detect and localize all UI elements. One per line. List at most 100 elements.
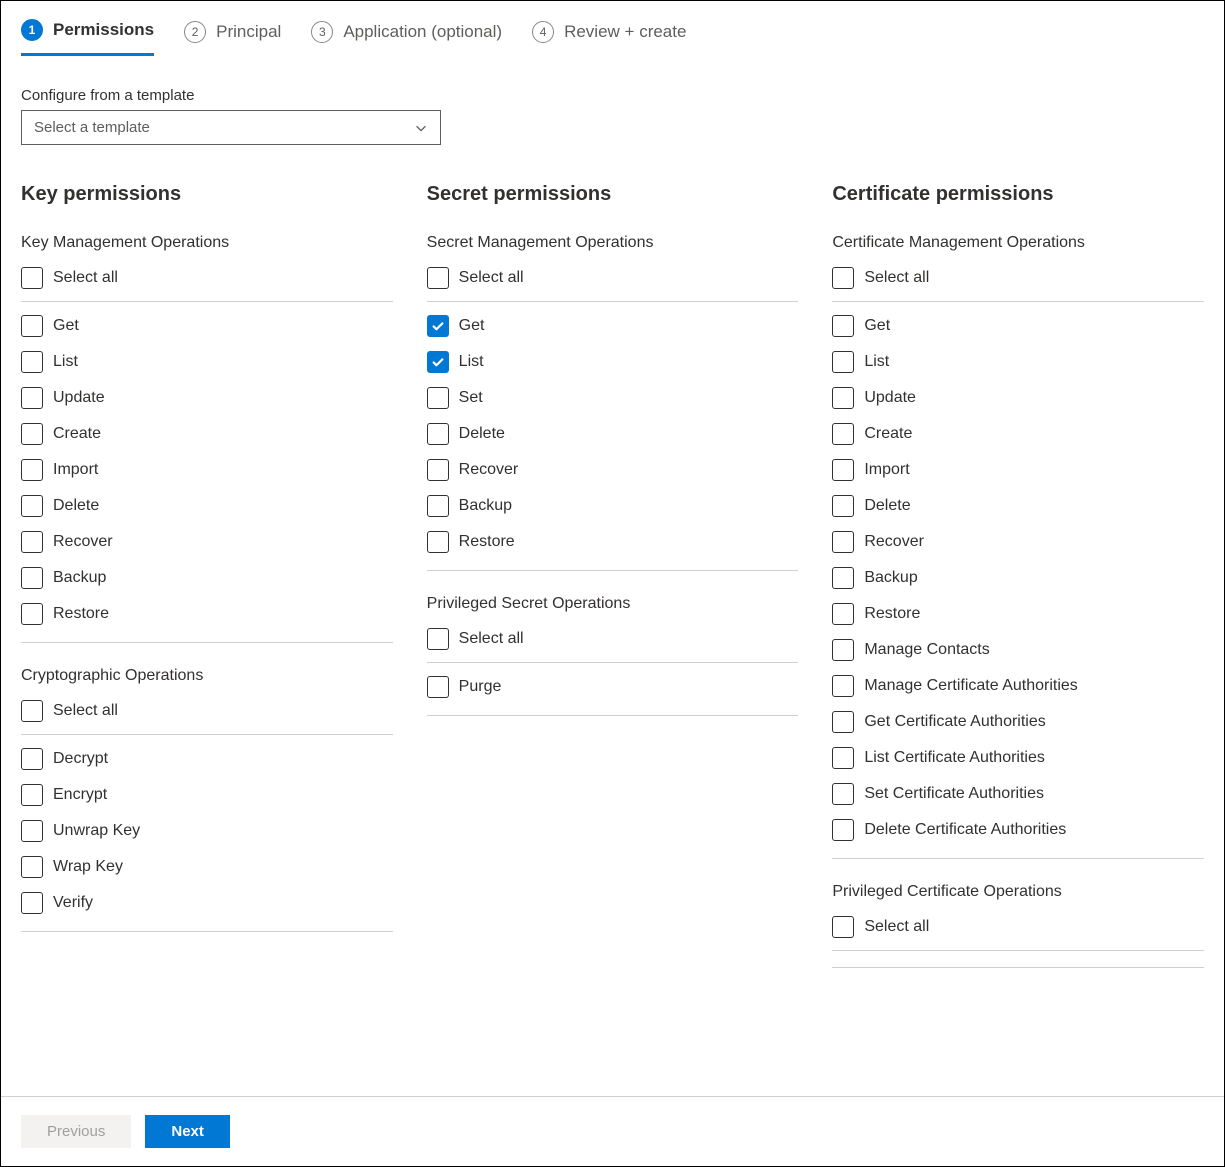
permission-checkbox[interactable]: Recover [21,524,393,560]
permission-checkbox[interactable]: Manage Contacts [832,632,1204,668]
permission-checkbox[interactable]: Restore [427,524,799,560]
checkbox-label: Get Certificate Authorities [864,713,1045,731]
checkbox-icon [21,267,43,289]
checkbox-label: Select all [459,630,524,648]
permission-checkbox[interactable]: Purge [427,669,799,705]
checkbox-icon [21,784,43,806]
checkbox-label: List [864,353,889,371]
permission-checkbox[interactable]: List Certificate Authorities [832,740,1204,776]
checkbox-label: Backup [53,569,106,587]
checkbox-label: Update [53,389,105,407]
permission-checkbox[interactable]: Recover [832,524,1204,560]
tab-permissions[interactable]: 1 Permissions [21,19,154,56]
tab-principal[interactable]: 2Principal [184,19,281,56]
checkbox-label: Restore [459,533,515,551]
permission-checkbox[interactable]: List [21,344,393,380]
permission-checkbox[interactable]: Decrypt [21,741,393,777]
checkbox-label: Create [864,425,912,443]
group-divider [427,560,799,571]
select-all-checkbox[interactable]: Select all [427,260,799,302]
permission-checkbox[interactable]: Import [832,452,1204,488]
tab-number: 1 [21,19,43,41]
checkbox-label: Import [53,461,98,479]
permission-checkbox[interactable]: Wrap Key [21,849,393,885]
next-button[interactable]: Next [145,1115,230,1148]
checkbox-label: List Certificate Authorities [864,749,1045,767]
checkbox-label: Manage Certificate Authorities [864,677,1077,695]
permission-checkbox[interactable]: Set [427,380,799,416]
checkbox-label: Restore [864,605,920,623]
tab-label: Permissions [53,20,154,40]
checkbox-label: Set [459,389,483,407]
select-all-checkbox[interactable]: Select all [832,260,1204,302]
permission-checkbox[interactable]: Encrypt [21,777,393,813]
checkbox-label: Encrypt [53,786,107,804]
checkbox-icon [832,747,854,769]
checkbox-icon [21,856,43,878]
permission-checkbox[interactable]: Restore [832,596,1204,632]
checkbox-label: Get [53,317,79,335]
tab-number: 4 [532,21,554,43]
checkbox-icon [21,531,43,553]
permission-checkbox[interactable]: Backup [427,488,799,524]
select-all-checkbox[interactable]: Select all [21,260,393,302]
group-divider [832,848,1204,859]
checkbox-label: Create [53,425,101,443]
tab-review-create[interactable]: 4Review + create [532,19,686,56]
permission-checkbox[interactable]: Update [21,380,393,416]
checkbox-icon [427,676,449,698]
permission-checkbox[interactable]: Get Certificate Authorities [832,704,1204,740]
checkbox-icon [427,459,449,481]
checkbox-icon [832,567,854,589]
group-title: Secret Management Operations [427,234,799,252]
checkbox-label: Decrypt [53,750,108,768]
permission-checkbox[interactable]: Update [832,380,1204,416]
permission-checkbox[interactable]: Restore [21,596,393,632]
permission-checkbox[interactable]: Get [21,308,393,344]
checkbox-label: Delete [53,497,99,515]
checkbox-icon [21,603,43,625]
permission-checkbox[interactable]: Delete Certificate Authorities [832,812,1204,848]
permission-checkbox[interactable]: Delete [427,416,799,452]
checkbox-icon [21,567,43,589]
checkbox-icon [21,892,43,914]
checkbox-icon [832,531,854,553]
checkbox-label: Select all [864,918,929,936]
permission-checkbox[interactable]: Recover [427,452,799,488]
permission-checkbox[interactable]: Unwrap Key [21,813,393,849]
checkbox-icon [427,531,449,553]
checkbox-label: Select all [459,269,524,287]
permission-checkbox[interactable]: Backup [21,560,393,596]
permission-checkbox[interactable]: Get [832,308,1204,344]
previous-button[interactable]: Previous [21,1115,131,1148]
checkbox-icon [21,351,43,373]
permission-checkbox[interactable]: Backup [832,560,1204,596]
select-all-checkbox[interactable]: Select all [832,909,1204,951]
permission-checkbox[interactable]: Manage Certificate Authorities [832,668,1204,704]
permission-checkbox[interactable]: Delete [832,488,1204,524]
permission-checkbox[interactable]: Import [21,452,393,488]
tab-application-optional-[interactable]: 3Application (optional) [311,19,502,56]
column-keys: Key permissionsKey Management Operations… [21,183,393,992]
permission-checkbox[interactable]: Create [21,416,393,452]
permission-checkbox[interactable]: List [427,344,799,380]
permission-checkbox[interactable]: Set Certificate Authorities [832,776,1204,812]
select-all-checkbox[interactable]: Select all [21,693,393,735]
group-divider [21,632,393,643]
template-dropdown[interactable]: Select a template [21,110,441,145]
permission-checkbox[interactable]: Verify [21,885,393,921]
checkbox-label: Backup [459,497,512,515]
select-all-checkbox[interactable]: Select all [427,621,799,663]
permission-checkbox[interactable]: Delete [21,488,393,524]
group-title: Certificate Management Operations [832,234,1204,252]
permission-checkbox[interactable]: List [832,344,1204,380]
checkbox-label: Purge [459,678,502,696]
permission-checkbox[interactable]: Get [427,308,799,344]
group-title: Key Management Operations [21,234,393,252]
checkbox-label: Verify [53,894,93,912]
group-divider [21,921,393,932]
permission-checkbox[interactable]: Create [832,416,1204,452]
wizard-tabs: 1 Permissions 2Principal 3Application (opti… [1,1,1224,57]
checkbox-icon [427,267,449,289]
checkbox-icon [427,628,449,650]
